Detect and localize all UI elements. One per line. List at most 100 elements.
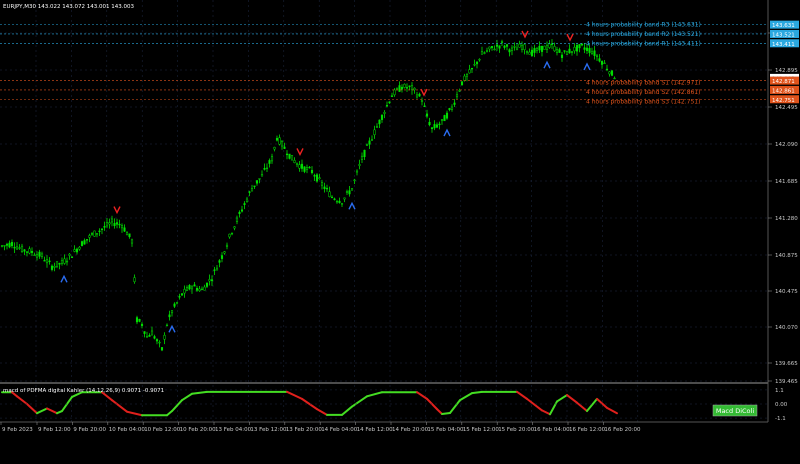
time-axis-tick: 14 Feb 12:00 [357,427,394,433]
candle-body [603,62,606,64]
candle-body [250,188,254,192]
support-price-tag: 142.751 [772,98,795,104]
candle-body [118,223,121,226]
candle-body [508,49,511,53]
candle-body [410,85,414,91]
candle-body [368,140,371,145]
candle-body [160,347,164,351]
candle-body [550,43,554,45]
candle-body [83,240,86,245]
candle-body [443,115,446,122]
candle-body [20,245,24,252]
candle-body [273,146,276,150]
candle-body [308,166,311,169]
candle-body [240,209,244,212]
candle-body [490,45,494,49]
candle-body [178,296,181,298]
candle-body [238,211,241,214]
candle-body [8,242,11,248]
candle-body [365,144,369,146]
candle-body [355,170,359,173]
candle-body [575,45,579,52]
candle-body [440,119,444,121]
candle-body [33,254,36,256]
candle-body [533,48,536,53]
candle-body [473,64,476,66]
candle-body [73,249,76,252]
candle-body [530,49,534,57]
candle-body [313,175,316,177]
support-price-tag: 142.861 [772,88,795,94]
candle-body [495,44,499,47]
candle-body [193,284,196,287]
candle-body [210,279,214,282]
candle-body [470,67,474,70]
candle-body [110,218,114,223]
price-axis-tick: 140.070 [775,325,798,331]
candle-body [103,226,106,228]
candle-body [578,44,581,49]
time-axis-tick: 10 Feb 04:00 [109,427,146,433]
candle-body [88,235,91,238]
candle-body [50,265,54,270]
candle-body [383,112,386,114]
candle-body [310,169,314,174]
candle-body [543,45,546,50]
trading-chart[interactable]: 4 hours probability band R3 (143.631) 4 h… [0,0,800,464]
candle-body [133,277,136,282]
candle-body [413,87,416,91]
candle-body [93,230,96,237]
candle-body [388,101,391,104]
symbol-header: EURJPY,M30 143.022 143.072 143.001 143.0… [3,4,134,10]
candle-body [203,286,206,291]
candle-body [330,196,334,199]
candle-body [565,51,569,55]
candle-body [28,248,31,254]
candle-body [158,341,161,344]
candle-body [610,70,614,76]
chart-background [0,0,800,464]
candle-body [445,112,449,119]
candle-body [568,48,571,54]
candle-body [358,164,361,166]
osc-axis-tick: -1.1 [775,416,786,422]
candle-body [433,124,436,129]
candle-body [233,226,236,229]
candle-body [138,318,141,322]
candle-body [360,155,364,160]
oscillator-segment [471,390,483,395]
candle-body [288,153,291,159]
candle-body [135,317,139,323]
macd-badge[interactable]: Macd DiColi [712,404,758,417]
candle-body [513,46,516,48]
candle-body [375,126,379,128]
candle-body [290,155,294,161]
candle-body [198,288,201,292]
candle-body [63,258,66,264]
candle-body [125,232,129,236]
candle-body [163,334,166,340]
candle-body [248,191,251,193]
resistance-price-tag: 143.631 [772,23,795,29]
candle-body [175,302,179,304]
candle-body [275,138,279,141]
candle-body [38,251,41,257]
candle-body [515,47,519,51]
candle-body [268,160,271,164]
candle-body [435,124,439,128]
candle-body [123,227,126,232]
time-axis-tick: 15 Feb 20:00 [498,427,535,433]
candle-body [85,239,89,241]
time-axis-tick: 10 Feb 12:00 [144,427,181,433]
macd-badge-label: Macd DiColi [716,407,754,415]
support-price-tag: 142.871 [772,79,795,85]
candle-body [230,232,234,235]
candle-body [343,197,346,200]
candle-body [170,310,174,314]
candle-body [535,47,539,51]
candle-body [540,45,544,52]
candle-body [200,288,204,291]
time-axis-tick: 14 Feb 04:00 [321,427,358,433]
candle-body [293,160,296,163]
candle-body [553,46,556,52]
